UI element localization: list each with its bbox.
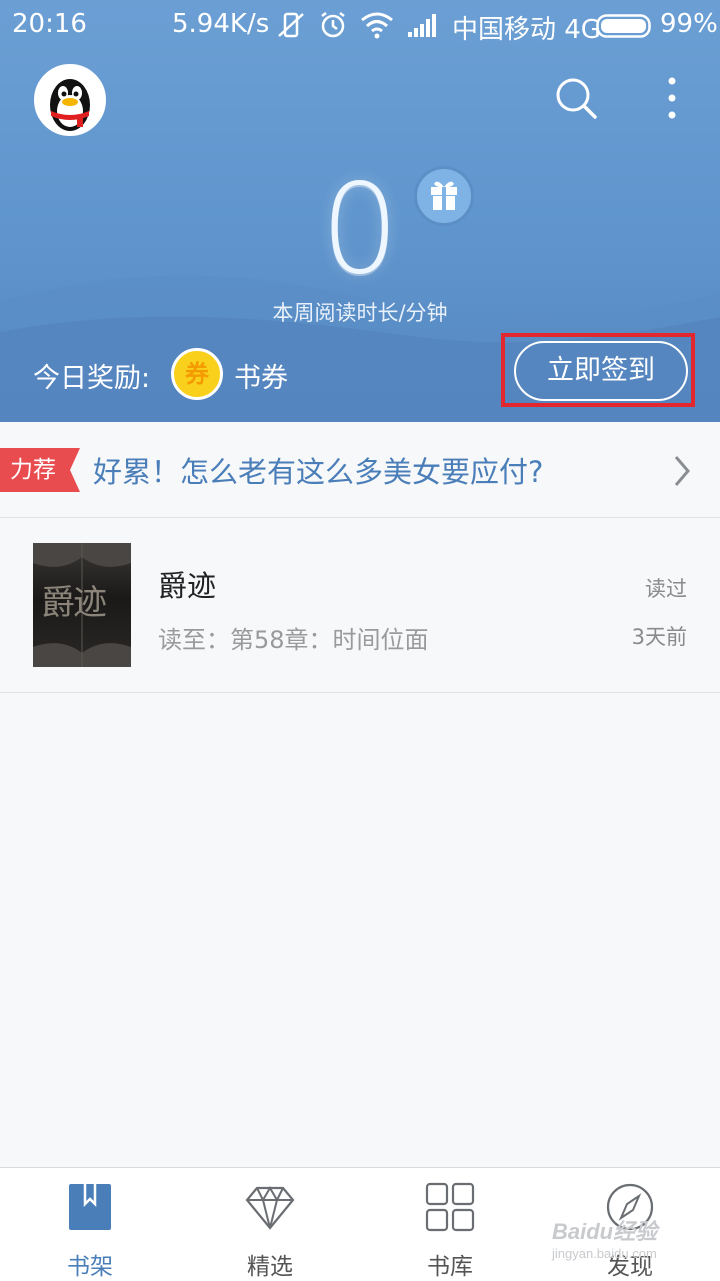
book-cover: 爵迹 [33,543,131,667]
book-cover-title: 爵迹 [41,583,107,623]
recommendation-banner[interactable]: 力荐 好累！怎么老有这么多美女要应付? [0,422,720,518]
nav-item-featured[interactable]: 精选 [180,1168,360,1281]
status-network-speed: 5.94K/s [172,9,270,39]
signal-icon [408,14,436,37]
more-vertical-icon[interactable] [660,74,684,122]
battery-icon [596,14,651,38]
qq-penguin-avatar [50,79,90,131]
nav-item-library[interactable]: 书库 [360,1168,540,1281]
baidu-jingyan-watermark-url: jingyan.baidu.com [552,1246,657,1261]
nav-item-bookshelf[interactable]: 书架 [0,1168,180,1281]
status-time: 20:16 [12,9,87,39]
nav-label-library: 书库 [427,1254,473,1280]
diamond-icon [245,1186,295,1230]
book-read-status: 读过 [645,577,687,601]
chevron-right-icon [674,456,690,486]
bookshelf-icon [69,1184,111,1230]
coupon-reward-text: 书券 [234,363,288,394]
vibrate-off-icon [278,12,304,38]
grid-icon [425,1182,475,1232]
book-last-read-time: 3天前 [631,625,687,649]
gift-button[interactable] [414,166,474,226]
recommend-tag: 力荐 [0,448,80,492]
book-title: 爵迹 [158,569,217,603]
sign-in-button[interactable]: 立即签到 [514,341,688,401]
user-avatar[interactable] [34,64,106,136]
alarm-icon [321,12,345,38]
book-progress: 读至：第58章：时间位面 [158,626,429,654]
bookshelf-item[interactable]: 爵迹 爵迹 读至：第58章：时间位面 读过 3天前 [0,518,720,693]
weekly-reading-minutes: 0 [320,158,400,302]
status-battery-percent: 99% [660,9,718,39]
search-icon[interactable] [554,76,598,120]
recommendation-text: 好累！怎么老有这么多美女要应付? [93,455,544,489]
status-carrier: 中国移动 4G [452,15,601,45]
baidu-jingyan-watermark: Baidu经验 [552,1219,658,1244]
daily-reward-label: 今日奖励: [33,363,151,394]
wifi-icon [361,12,393,39]
nav-label-featured: 精选 [247,1254,293,1280]
reading-header: 20:16 5.94K/s 中国移动 4G 99% 0 本周阅读时长/分钟 今日… [0,0,720,422]
gift-icon [431,181,457,210]
nav-label-bookshelf: 书架 [67,1254,113,1280]
coupon-badge-icon: 券 [171,348,223,400]
weekly-reading-label: 本周阅读时长/分钟 [272,301,448,325]
status-bar: 20:16 5.94K/s 中国移动 4G 99% [0,0,720,52]
